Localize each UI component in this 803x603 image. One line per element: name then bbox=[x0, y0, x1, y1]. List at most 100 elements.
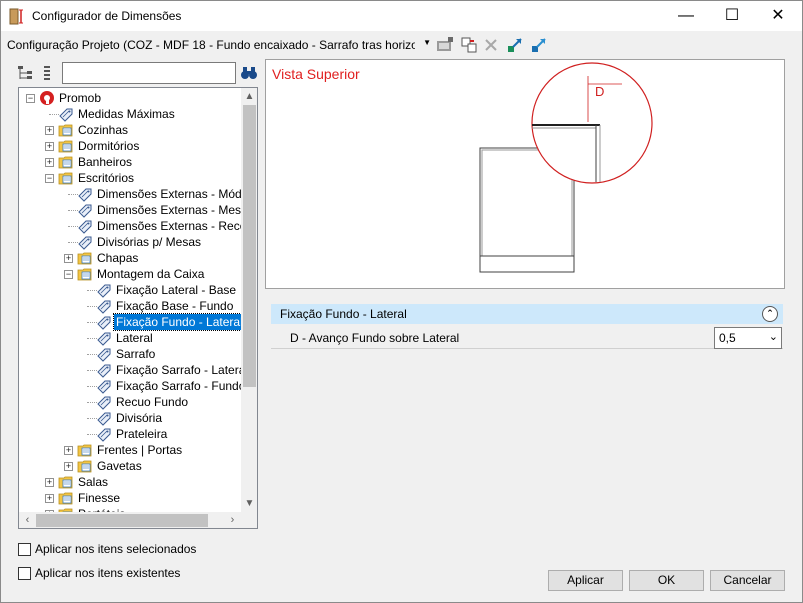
tag-icon bbox=[78, 188, 92, 202]
tree-node[interactable]: Fixação Base - Fundo bbox=[19, 298, 241, 314]
delete-icon[interactable] bbox=[481, 35, 501, 55]
collapse-minus-icon[interactable]: − bbox=[64, 270, 73, 279]
tree-node-label: Banheiros bbox=[78, 155, 133, 169]
binoculars-search-icon[interactable] bbox=[239, 63, 259, 83]
tag-icon bbox=[97, 364, 111, 378]
tree-node[interactable]: + Dormitórios bbox=[19, 138, 241, 154]
top-view-preview: Vista Superior D bbox=[265, 59, 785, 289]
tree-node[interactable]: Dimensões Externas - Módulos bbox=[19, 186, 241, 202]
tree-node-label: Fixação Sarrafo - Lateral bbox=[116, 363, 241, 377]
tree-node[interactable]: − Promob bbox=[19, 90, 241, 106]
collapse-chevron-icon[interactable]: ⌃ bbox=[762, 306, 778, 322]
copy-config-icon[interactable] bbox=[459, 35, 479, 55]
tree-node[interactable]: − Escritórios bbox=[19, 170, 241, 186]
apply-selected-checkbox[interactable] bbox=[18, 543, 31, 556]
folder-icon bbox=[58, 476, 73, 489]
scroll-up-icon[interactable]: ▲ bbox=[241, 88, 257, 105]
scroll-right-icon[interactable]: › bbox=[224, 512, 241, 528]
export-icon[interactable] bbox=[529, 35, 549, 55]
tree-node[interactable]: Divisória bbox=[19, 410, 241, 426]
apply-existing-checkbox[interactable] bbox=[18, 567, 31, 580]
tree-node-label: Escritórios bbox=[78, 171, 135, 185]
chevron-down-icon: ⌄ bbox=[768, 331, 778, 343]
expand-plus-icon[interactable]: + bbox=[45, 494, 54, 503]
tree-node[interactable]: Fixação Sarrafo - Fundo bbox=[19, 378, 241, 394]
ok-button[interactable]: OK bbox=[629, 570, 704, 591]
expand-plus-icon[interactable]: + bbox=[45, 158, 54, 167]
expand-plus-icon[interactable]: + bbox=[45, 478, 54, 487]
tree-node[interactable]: + Cozinhas bbox=[19, 122, 241, 138]
tree-vertical-scrollbar[interactable]: ▲ ▼ bbox=[241, 88, 257, 512]
folder-icon bbox=[58, 124, 73, 137]
tree-node-label: Divisórias p/ Mesas bbox=[97, 235, 202, 249]
tree-node[interactable]: Fixação Fundo - Lateral bbox=[19, 313, 241, 331]
tree-node[interactable]: + Chapas bbox=[19, 250, 241, 266]
scroll-left-icon[interactable]: ‹ bbox=[19, 512, 36, 528]
tree-node[interactable]: Dimensões Externas - Recepção bbox=[19, 218, 241, 234]
folder-icon bbox=[77, 268, 92, 281]
tree-node-label: Cozinhas bbox=[78, 123, 129, 137]
expand-plus-icon[interactable]: + bbox=[45, 126, 54, 135]
cancel-button[interactable]: Cancelar bbox=[710, 570, 785, 591]
tree-node-label: Sarrafo bbox=[116, 347, 156, 361]
maximize-button[interactable]: ☐ bbox=[709, 1, 755, 31]
tree-node-label: Lateral bbox=[116, 331, 153, 345]
tag-icon bbox=[97, 332, 111, 346]
tree-node[interactable]: Lateral bbox=[19, 330, 241, 346]
tree-node-label: Fixação Lateral - Base bbox=[116, 283, 237, 297]
promob-logo-icon bbox=[40, 91, 54, 105]
scroll-thumb-horizontal[interactable] bbox=[36, 514, 208, 527]
folder-icon bbox=[77, 252, 92, 265]
tree-node[interactable]: Recuo Fundo bbox=[19, 394, 241, 410]
tree-node[interactable]: Divisórias p/ Mesas bbox=[19, 234, 241, 250]
scroll-down-icon[interactable]: ▼ bbox=[241, 495, 257, 512]
new-config-icon[interactable] bbox=[435, 35, 455, 55]
collapse-minus-icon[interactable]: − bbox=[26, 94, 35, 103]
property-group-header[interactable]: Fixação Fundo - Lateral ⌃ bbox=[271, 304, 783, 324]
tree-node[interactable]: Sarrafo bbox=[19, 346, 241, 362]
tag-icon bbox=[97, 300, 111, 314]
tree-node[interactable]: + Frentes | Portas bbox=[19, 442, 241, 458]
tree-node-label: Chapas bbox=[97, 251, 139, 265]
tag-icon bbox=[59, 108, 73, 122]
close-button[interactable]: ✕ bbox=[755, 1, 801, 31]
collapse-all-icon[interactable] bbox=[39, 63, 59, 83]
property-value-select[interactable]: 0,5 ⌄ bbox=[714, 327, 782, 349]
tree-node[interactable]: Prateleira bbox=[19, 426, 241, 442]
tag-icon bbox=[78, 220, 92, 234]
tree-node-label: Dimensões Externas - Mesas bbox=[97, 203, 241, 217]
tree-node-label: Salas bbox=[78, 475, 109, 489]
folder-icon bbox=[58, 140, 73, 153]
property-group-label: Fixação Fundo - Lateral bbox=[280, 307, 407, 321]
tree-node-label: Fixação Base - Fundo bbox=[116, 299, 234, 313]
scroll-thumb[interactable] bbox=[243, 105, 256, 387]
import-icon[interactable] bbox=[505, 35, 525, 55]
expand-plus-icon[interactable]: + bbox=[45, 142, 54, 151]
tree-node[interactable]: − Montagem da Caixa bbox=[19, 266, 241, 282]
tree-horizontal-scrollbar[interactable]: ‹ › bbox=[19, 512, 241, 528]
apply-button[interactable]: Aplicar bbox=[548, 570, 623, 591]
title-bar: Configurador de Dimensões — ☐ ✕ bbox=[1, 1, 802, 31]
folder-icon bbox=[58, 172, 73, 185]
tree-node-label: Gavetas bbox=[97, 459, 142, 473]
tree-node[interactable]: Medidas Máximas bbox=[19, 106, 241, 122]
tree-node[interactable]: Fixação Lateral - Base bbox=[19, 282, 241, 298]
expand-plus-icon[interactable]: + bbox=[64, 446, 73, 455]
configuration-select[interactable]: Configuração Projeto (COZ - MDF 18 - Fun… bbox=[7, 38, 433, 54]
expand-plus-icon[interactable]: + bbox=[64, 462, 73, 471]
tree-node[interactable]: Fixação Sarrafo - Lateral bbox=[19, 362, 241, 378]
tree-node[interactable]: + Finesse bbox=[19, 490, 241, 506]
tag-icon bbox=[97, 412, 111, 426]
collapse-minus-icon[interactable]: − bbox=[45, 174, 54, 183]
expand-all-icon[interactable] bbox=[15, 63, 35, 83]
tree-node[interactable]: + Gavetas bbox=[19, 458, 241, 474]
minimize-button[interactable]: — bbox=[663, 1, 709, 31]
tree-node-label: Medidas Máximas bbox=[78, 107, 175, 121]
tree-node[interactable]: Dimensões Externas - Mesas bbox=[19, 202, 241, 218]
tree-content: − Promob Medidas Máximas + Cozinhas + Dormitór… bbox=[19, 88, 241, 512]
tree-node[interactable]: + Salas bbox=[19, 474, 241, 490]
expand-plus-icon[interactable]: + bbox=[64, 254, 73, 263]
property-label: D - Avanço Fundo sobre Lateral bbox=[290, 331, 460, 345]
tree-node[interactable]: + Banheiros bbox=[19, 154, 241, 170]
tree-search-input[interactable] bbox=[62, 62, 236, 84]
